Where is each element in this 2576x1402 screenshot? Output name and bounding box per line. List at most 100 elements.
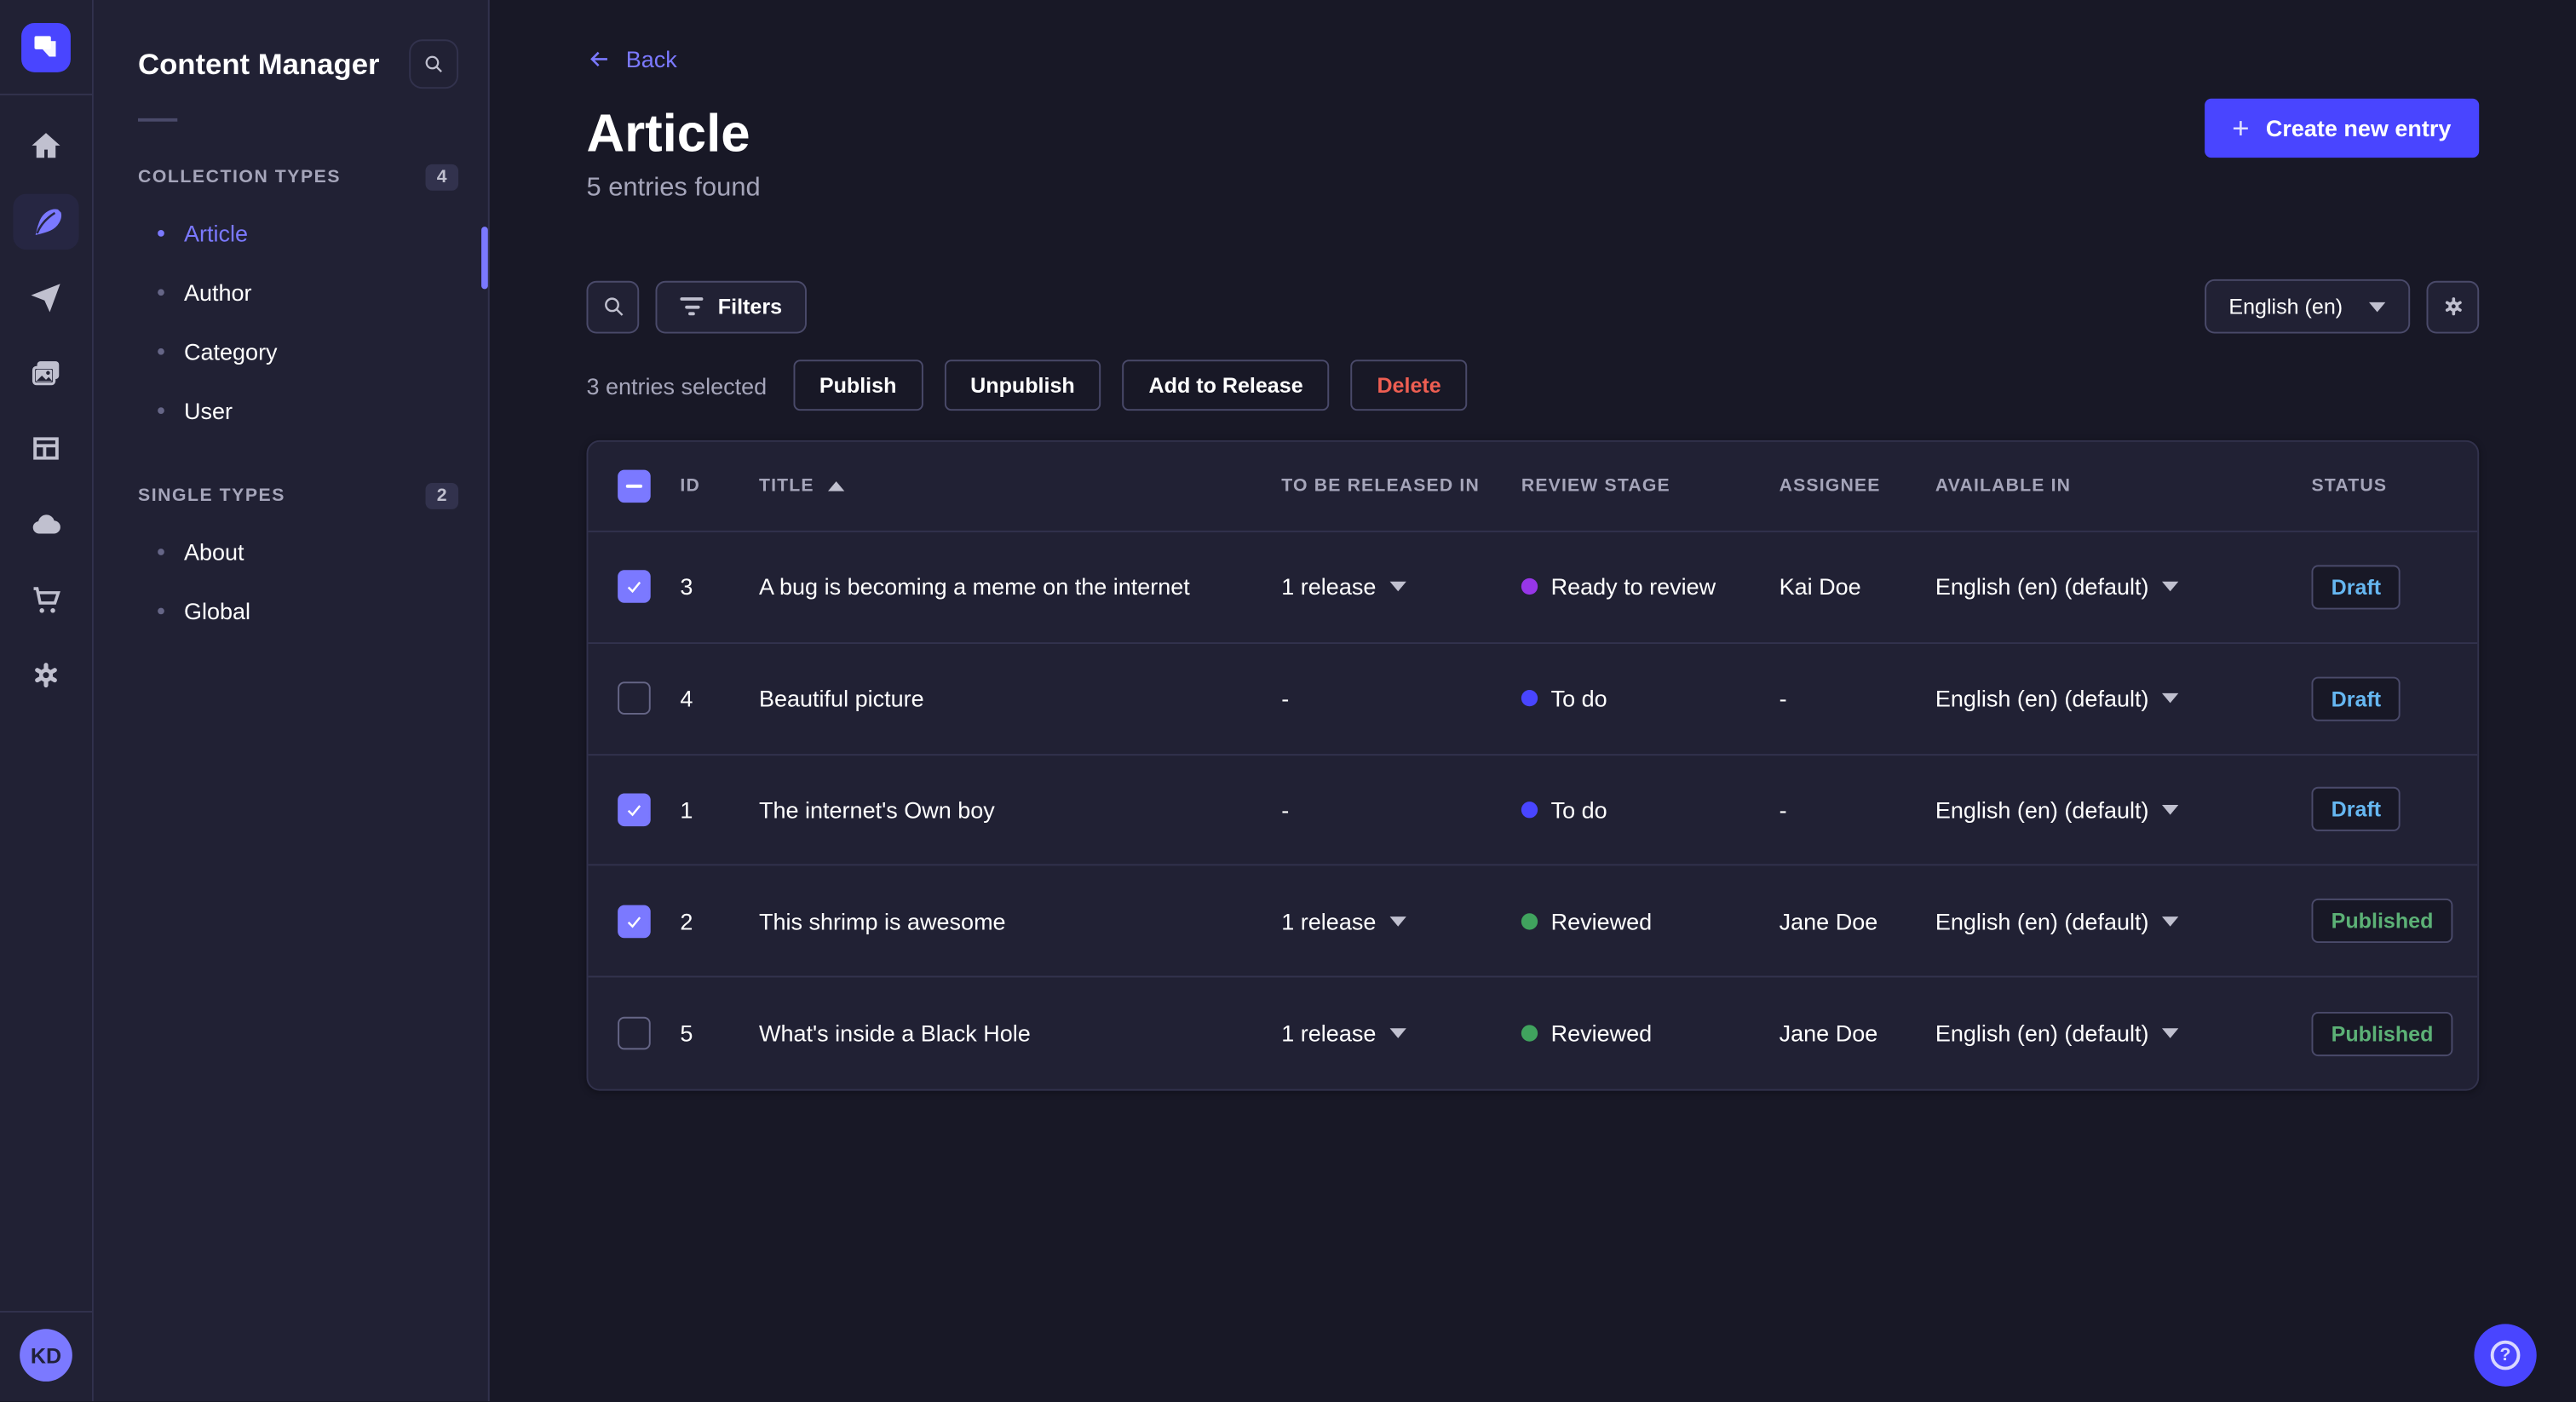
locale-select[interactable]: English (en) bbox=[2204, 279, 2411, 334]
chevron-down-icon[interactable] bbox=[1389, 582, 1406, 593]
column-header-assignee[interactable]: ASSIGNEE bbox=[1780, 476, 1935, 496]
row-checkbox[interactable] bbox=[618, 570, 651, 604]
row-checkbox[interactable] bbox=[618, 1016, 651, 1050]
table-header-row: ID TITLE TO BE RELEASED IN REVIEW STAGE … bbox=[588, 442, 2478, 532]
chevron-down-icon[interactable] bbox=[2161, 804, 2179, 815]
column-header-status[interactable]: STATUS bbox=[2311, 476, 2477, 496]
create-button-label: Create new entry bbox=[2265, 114, 2452, 141]
stage-dot-icon bbox=[1521, 690, 1538, 707]
cell-assignee: - bbox=[1779, 796, 1787, 824]
nav-marketplace[interactable] bbox=[13, 572, 78, 628]
filters-button[interactable]: Filters bbox=[655, 279, 807, 333]
chevron-down-icon[interactable] bbox=[2161, 1028, 2179, 1039]
nav-deploy[interactable] bbox=[13, 496, 78, 552]
selection-count-text: 3 entries selected bbox=[586, 371, 768, 399]
status-badge: Draft bbox=[2311, 565, 2401, 610]
select-all-checkbox[interactable] bbox=[618, 469, 651, 503]
chevron-down-icon[interactable] bbox=[2161, 916, 2179, 927]
row-checkbox[interactable] bbox=[618, 793, 651, 827]
column-header-review-stage[interactable]: REVIEW STAGE bbox=[1521, 476, 1780, 496]
single-types-list: About Global bbox=[138, 522, 458, 641]
selection-action-delete[interactable]: Delete bbox=[1350, 359, 1468, 411]
chevron-down-icon[interactable] bbox=[2161, 693, 2179, 704]
nav-content-type-builder[interactable] bbox=[13, 421, 78, 477]
cell-release[interactable]: 1 release bbox=[1281, 574, 1521, 600]
selection-action-add-to-release[interactable]: Add to Release bbox=[1122, 359, 1330, 411]
cell-locale[interactable]: English (en) (default) bbox=[1935, 574, 2312, 600]
nav-home[interactable] bbox=[13, 118, 78, 175]
cell-status: Published bbox=[2311, 899, 2477, 944]
home-icon bbox=[32, 133, 60, 158]
release-value: 1 release bbox=[1281, 908, 1377, 934]
cell-id: 4 bbox=[680, 685, 693, 712]
column-header-to-be-released-in[interactable]: TO BE RELEASED IN bbox=[1281, 476, 1521, 496]
help-button[interactable]: ? bbox=[2474, 1324, 2537, 1388]
sidebar-divider bbox=[137, 118, 178, 122]
column-header-available-in[interactable]: AVAILABLE IN bbox=[1935, 476, 2312, 496]
sidebar-item-author[interactable]: Author bbox=[138, 263, 458, 322]
cell-assignee: Jane Doe bbox=[1779, 908, 1878, 934]
settings-gear-icon bbox=[35, 663, 57, 688]
back-link[interactable]: Back bbox=[586, 45, 677, 72]
sidebar-item-about[interactable]: About bbox=[138, 522, 458, 581]
view-settings-button[interactable] bbox=[2426, 279, 2480, 333]
content-manager-sidebar: Content Manager COLLECTION TYPES 4 Artic… bbox=[93, 0, 490, 1402]
chevron-down-icon[interactable] bbox=[1389, 1028, 1406, 1039]
sidebar-search-button[interactable] bbox=[409, 39, 459, 89]
table-row[interactable]: 5 What's inside a Black Hole 1 release R… bbox=[588, 978, 2477, 1089]
cell-release[interactable]: - bbox=[1281, 686, 1521, 712]
back-label: Back bbox=[625, 45, 677, 72]
sidebar-item-category[interactable]: Category bbox=[138, 322, 458, 381]
nav-media-library[interactable] bbox=[13, 345, 78, 401]
table-row[interactable]: 4 Beautiful picture - To do - English (e… bbox=[588, 644, 2478, 756]
sidebar-item-user[interactable]: User bbox=[138, 381, 458, 440]
table-row[interactable]: 2 This shrimp is awesome 1 release Revie… bbox=[588, 866, 2478, 978]
cell-locale[interactable]: English (en) (default) bbox=[1935, 1020, 2312, 1047]
page-header: Back Article 5 entries found bbox=[586, 46, 760, 204]
media-images-icon bbox=[32, 361, 60, 386]
nav-releases[interactable] bbox=[13, 269, 78, 325]
user-avatar[interactable]: KD bbox=[20, 1329, 72, 1382]
nav-settings[interactable] bbox=[13, 647, 78, 704]
chevron-down-icon[interactable] bbox=[2161, 582, 2179, 593]
selection-action-publish[interactable]: Publish bbox=[792, 359, 923, 411]
table-row[interactable]: 3 A bug is becoming a meme on the intern… bbox=[588, 532, 2478, 644]
column-header-title[interactable]: TITLE bbox=[759, 476, 1281, 496]
column-header-id[interactable]: ID bbox=[680, 476, 759, 496]
cell-title: The internet's Own boy bbox=[758, 796, 995, 824]
bullet-icon bbox=[158, 607, 164, 615]
bullet-icon bbox=[158, 549, 164, 555]
search-entries-button[interactable] bbox=[586, 279, 640, 333]
section-count-badge: 4 bbox=[425, 164, 459, 191]
paper-plane-icon bbox=[31, 284, 60, 313]
nav-content-manager[interactable] bbox=[13, 193, 79, 250]
cell-locale[interactable]: English (en) (default) bbox=[1935, 908, 2312, 934]
indeterminate-dash-icon bbox=[625, 484, 643, 488]
cell-review-stage: To do bbox=[1521, 796, 1780, 823]
row-checkbox[interactable] bbox=[618, 681, 651, 715]
cell-release[interactable]: 1 release bbox=[1281, 1020, 1521, 1047]
cell-release[interactable]: - bbox=[1281, 796, 1521, 823]
sort-ascending-icon[interactable] bbox=[827, 481, 844, 491]
cell-id: 5 bbox=[680, 1020, 693, 1047]
chevron-down-icon[interactable] bbox=[1389, 916, 1406, 927]
locale-label: English (en) (default) bbox=[1935, 573, 2149, 600]
strapi-logo-icon[interactable] bbox=[21, 22, 71, 72]
table-row[interactable]: 1 The internet's Own boy - To do - Engli… bbox=[588, 755, 2478, 867]
collection-types-list: Article Author Category User bbox=[138, 204, 458, 440]
sidebar-item-global[interactable]: Global bbox=[138, 582, 458, 641]
create-new-entry-button[interactable]: + Create new entry bbox=[2204, 98, 2480, 158]
sidebar-scrollbar-thumb[interactable] bbox=[481, 227, 488, 290]
cell-locale[interactable]: English (en) (default) bbox=[1935, 796, 2312, 823]
stage-label: Reviewed bbox=[1550, 908, 1653, 934]
filter-icon bbox=[680, 297, 704, 316]
cell-release[interactable]: 1 release bbox=[1281, 908, 1521, 934]
section-count-badge: 2 bbox=[425, 482, 459, 509]
layout-builder-icon bbox=[33, 437, 59, 460]
row-checkbox[interactable] bbox=[618, 905, 651, 938]
cell-locale[interactable]: English (en) (default) bbox=[1935, 686, 2312, 711]
cell-assignee: Kai Doe bbox=[1779, 573, 1861, 600]
status-badge: Published bbox=[2311, 1011, 2453, 1056]
sidebar-item-article[interactable]: Article bbox=[138, 204, 458, 262]
selection-action-unpublish[interactable]: Unpublish bbox=[944, 359, 1101, 411]
